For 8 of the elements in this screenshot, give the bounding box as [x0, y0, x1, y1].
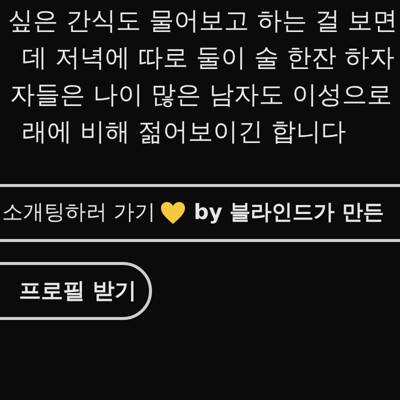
heart-icon	[160, 201, 186, 225]
post-text-line: 자들은 나이 많은 남자도 이성으로	[10, 78, 392, 111]
post-text-line: 데 저녁에 따로 둘이 술 한잔 하자	[22, 42, 395, 74]
post-text-line: 싶은 간식도 물어보고 하는 걸 보면	[8, 4, 398, 37]
profile-button[interactable]: 프로필 받기	[0, 262, 152, 320]
banner-text[interactable]: 소개팅하러 가기	[2, 197, 156, 229]
post-text-line: 래에 비해 젊어보이긴 합니다	[22, 116, 346, 148]
banner-text: by 블라인드가 만든	[194, 199, 384, 226]
